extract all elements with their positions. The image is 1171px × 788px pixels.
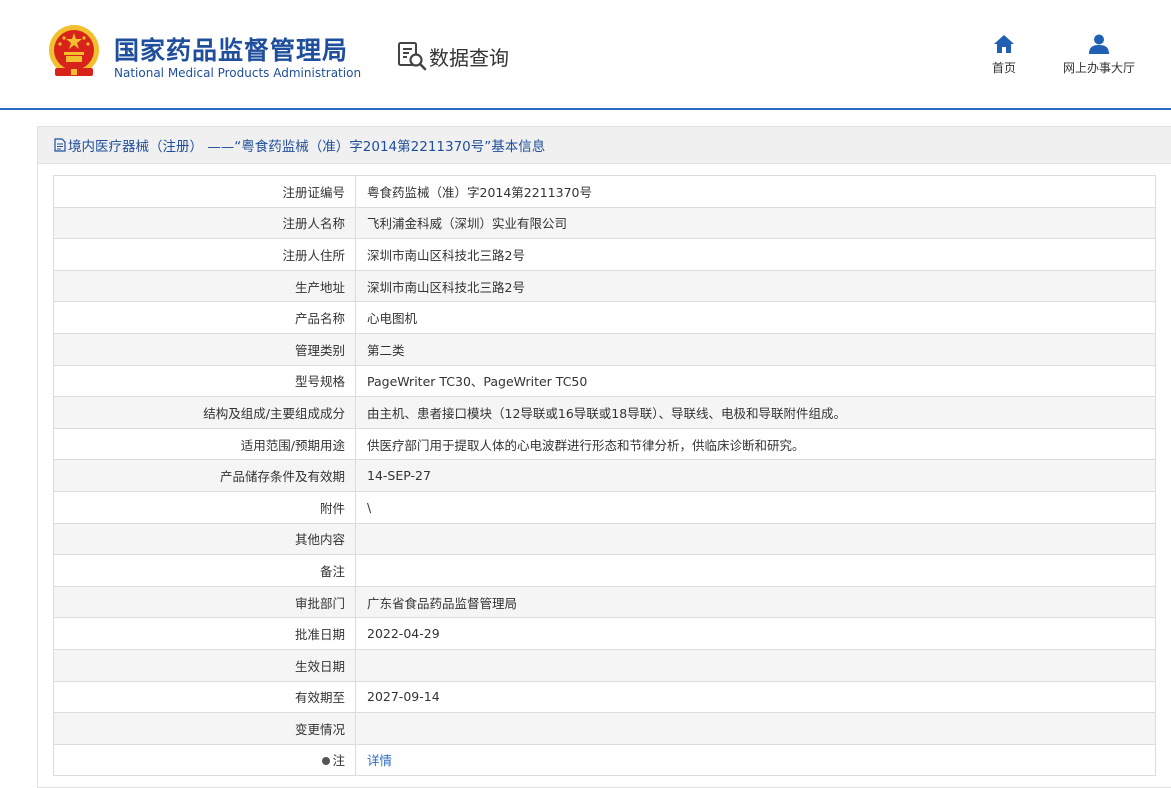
header-divider: [0, 108, 1171, 110]
field-value: \: [355, 490, 1156, 524]
table-row: 注 详情: [53, 743, 1156, 777]
national-emblem-icon: [49, 25, 99, 76]
field-label: 变更情况: [53, 712, 356, 745]
field-label: 注册人名称: [53, 206, 356, 240]
table-row: 注册证编号 粤食药监械（准）字2014第2211370号: [53, 175, 1156, 208]
info-table: 注册证编号 粤食药监械（准）字2014第2211370号 注册人名称 飞利浦金科威（…: [53, 175, 1156, 777]
table-row: 生效日期: [53, 648, 1156, 682]
table-row: 备注: [53, 554, 1156, 587]
site-logo-subtitle: National Medical Products Administration: [114, 66, 362, 80]
field-label: 生产地址: [53, 269, 356, 303]
home-icon: [994, 35, 1014, 53]
table-row: 产品名称 心电图机: [53, 301, 1156, 334]
field-label: 适用范围/预期用途: [53, 427, 356, 461]
table-row: 注册人名称 飞利浦金科威（深圳）实业有限公司: [53, 206, 1156, 240]
document-icon: [54, 138, 66, 152]
panel-title-bar: 境内医疗器械（注册） ——“粤食药监械（准）字2014第2211370号”基本信…: [38, 127, 1171, 164]
field-value: [355, 554, 1156, 587]
user-icon: [1089, 34, 1109, 54]
table-row: 审批部门 广东省食品药品监督管理局: [53, 585, 1156, 619]
nav-online-office[interactable]: 网上办事大厅: [1056, 33, 1142, 76]
field-value: 2027-09-14: [355, 680, 1156, 714]
field-label: 生效日期: [53, 648, 356, 682]
field-label: 产品储存条件及有效期: [53, 459, 356, 492]
field-label: 其他内容: [53, 522, 356, 556]
field-value: [355, 522, 1156, 556]
data-query-title: 数据查询: [429, 45, 509, 70]
nav-online-office-label: 网上办事大厅: [1062, 61, 1135, 75]
field-label: 注: [53, 743, 356, 777]
field-label: 有效期至: [53, 680, 356, 714]
table-row: 有效期至 2027-09-14: [53, 680, 1156, 714]
data-query-heading: 数据查询: [397, 40, 509, 72]
nav-home[interactable]: 首页: [986, 33, 1022, 76]
field-value: 心电图机: [355, 301, 1156, 334]
field-value: 飞利浦金科威（深圳）实业有限公司: [355, 206, 1156, 240]
nav-home-label: 首页: [991, 61, 1016, 75]
field-value: 供医疗部门用于提取人体的心电波群进行形态和节律分析，供临床诊断和研究。: [355, 427, 1156, 461]
field-label: 管理类别: [53, 332, 356, 366]
field-value: 详情: [355, 743, 1156, 777]
field-value: 深圳市南山区科技北三路2号: [355, 269, 1156, 303]
note-dot-icon: [322, 757, 331, 766]
table-row: 附件 \: [53, 490, 1156, 524]
table-row: 适用范围/预期用途 供医疗部门用于提取人体的心电波群进行形态和节律分析，供临床诊断…: [53, 427, 1156, 461]
field-value: PageWriter TC30、PageWriter TC50: [355, 364, 1156, 398]
field-label: 审批部门: [53, 585, 356, 619]
table-row: 管理类别 第二类: [53, 332, 1156, 366]
field-label: 产品名称: [53, 301, 356, 334]
table-row: 其他内容: [53, 522, 1156, 556]
field-label: 结构及组成/主要组成成分: [53, 396, 356, 429]
field-value: 14-SEP-27: [355, 459, 1156, 492]
field-label: 批准日期: [53, 617, 356, 650]
site-logo-title: 国家药品监督管理局: [114, 36, 349, 65]
field-value: 由主机、患者接口模块（12导联或16导联或18导联）、导联线、电极和导联附件组成…: [355, 396, 1156, 429]
note-label: 注: [332, 753, 345, 769]
site-header: 国家药品监督管理局 National Medical Products Admi…: [0, 0, 1171, 108]
details-link[interactable]: 详情: [367, 753, 392, 768]
field-value: [355, 648, 1156, 682]
field-value: 2022-04-29: [355, 617, 1156, 650]
field-value: 粤食药监械（准）字2014第2211370号: [355, 175, 1156, 208]
panel-title: 境内医疗器械（注册） ——“粤食药监械（准）字2014第2211370号”基本信…: [68, 139, 546, 155]
field-label: 附件: [53, 490, 356, 524]
table-row: 型号规格 PageWriter TC30、PageWriter TC50: [53, 364, 1156, 398]
table-row: 批准日期 2022-04-29: [53, 617, 1156, 650]
field-value: 广东省食品药品监督管理局: [355, 585, 1156, 619]
table-row: 注册人住所 深圳市南山区科技北三路2号: [53, 238, 1156, 271]
field-value: [355, 712, 1156, 745]
field-label: 注册证编号: [53, 175, 356, 208]
table-row: 变更情况: [53, 712, 1156, 745]
field-label: 型号规格: [53, 364, 356, 398]
device-info-panel: 境内医疗器械（注册） ——“粤食药监械（准）字2014第2211370号”基本信…: [37, 126, 1171, 788]
document-search-icon: [398, 42, 427, 71]
field-value: 深圳市南山区科技北三路2号: [355, 238, 1156, 271]
table-row: 生产地址 深圳市南山区科技北三路2号: [53, 269, 1156, 303]
table-row: 产品储存条件及有效期 14-SEP-27: [53, 459, 1156, 492]
field-label: 注册人住所: [53, 238, 356, 271]
table-row: 结构及组成/主要组成成分 由主机、患者接口模块（12导联或16导联或18导联）、导…: [53, 396, 1156, 429]
field-label: 备注: [53, 554, 356, 587]
field-value: 第二类: [355, 332, 1156, 366]
